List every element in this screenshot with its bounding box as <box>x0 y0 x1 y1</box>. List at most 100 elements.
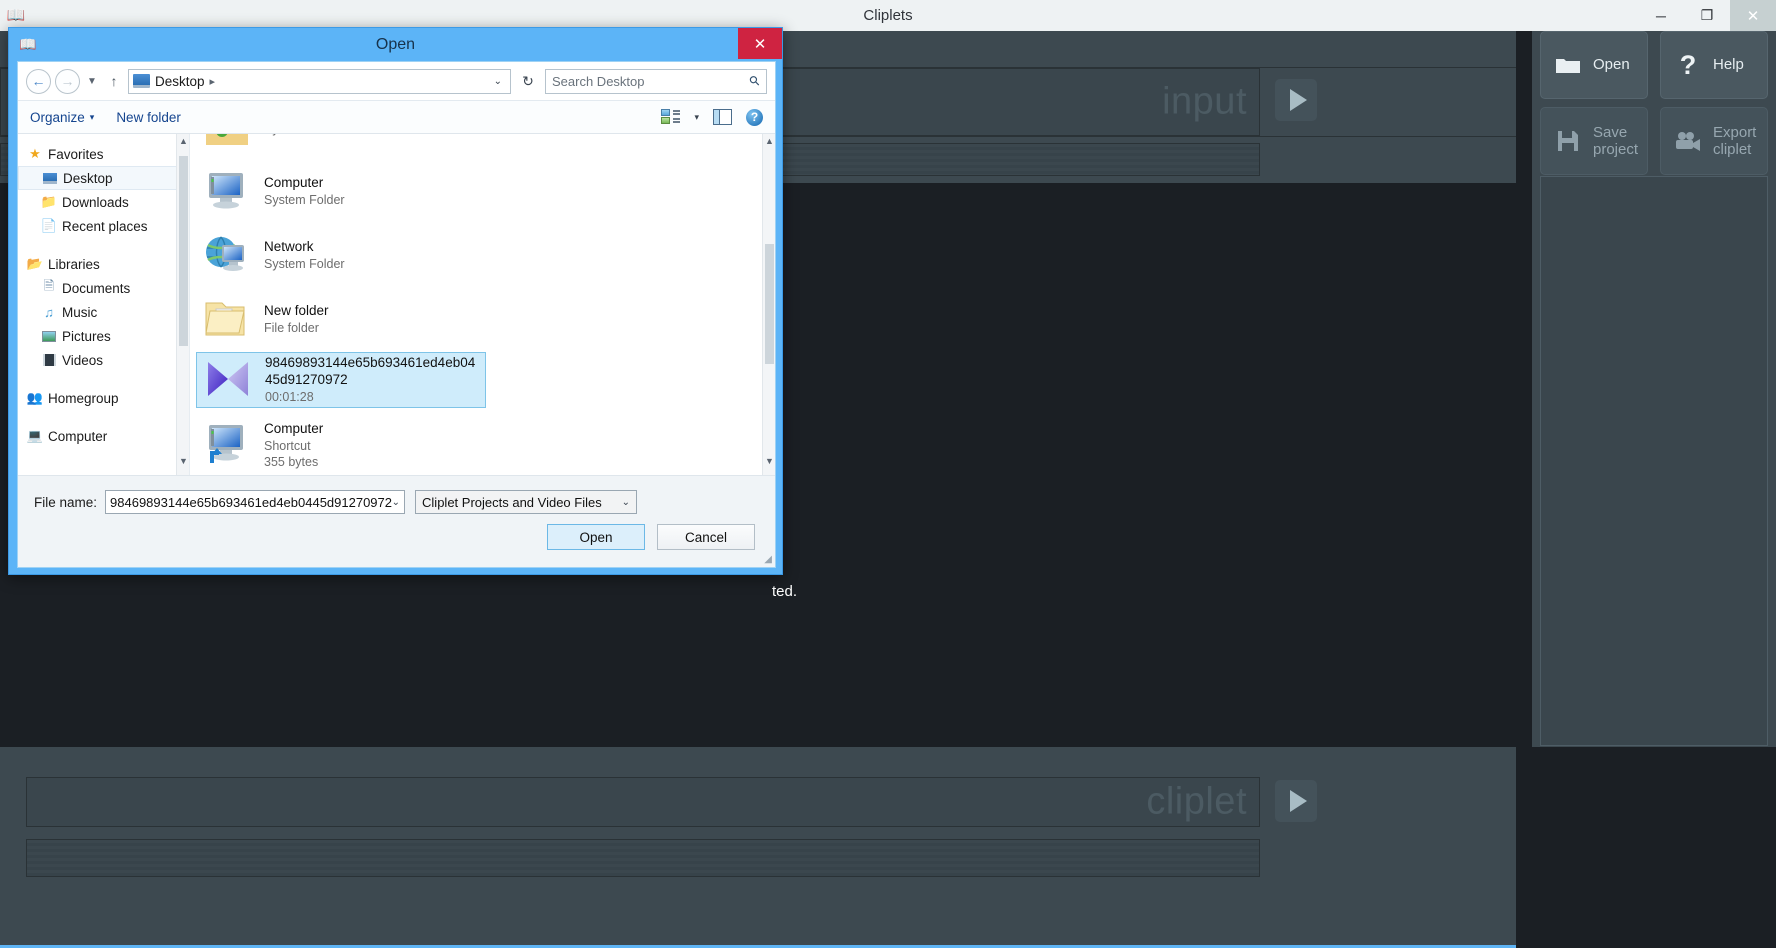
sidebar-item-recent-places[interactable]: 📄 Recent places <box>18 214 189 238</box>
sidebar-item-homegroup[interactable]: 👥 Homegroup <box>18 386 189 410</box>
recent-places-icon: 📄 <box>40 218 58 233</box>
libraries-icon: 📂 <box>26 256 44 271</box>
list-item[interactable]: Network System Folder <box>196 226 486 284</box>
chevron-down-icon[interactable]: ⌄ <box>622 497 630 508</box>
breadcrumb-separator[interactable]: ▸ <box>210 75 216 88</box>
list-item-name: Computer <box>264 174 324 190</box>
file-type-select[interactable]: Cliplet Projects and Video Files ⌄ <box>415 490 638 514</box>
nav-group-libraries[interactable]: 📂 Libraries <box>18 252 189 276</box>
chevron-down-icon[interactable]: ▾ <box>694 112 699 123</box>
users-folder-icon <box>202 134 254 153</box>
sidebar-item-videos[interactable]: Videos <box>18 348 189 372</box>
rail-divider <box>1516 31 1532 948</box>
refresh-button[interactable]: ↻ <box>515 73 541 90</box>
play-icon <box>1289 790 1307 812</box>
open-button[interactable]: Open <box>1540 31 1648 99</box>
sidebar-item-desktop[interactable]: Desktop <box>18 166 189 190</box>
cliplet-timeline[interactable] <box>26 839 1260 877</box>
sidebar-item-computer[interactable]: 💻 Computer <box>18 424 189 448</box>
breadcrumb[interactable]: Desktop ▸ ⌄ <box>128 68 511 94</box>
folder-icon <box>202 295 254 343</box>
rail-lower-area <box>1532 747 1776 948</box>
open-button-label: Open <box>1593 56 1630 74</box>
breadcrumb-location[interactable]: Desktop <box>155 74 205 89</box>
export-cliplet-button[interactable]: Export cliplet <box>1660 107 1768 175</box>
play-icon <box>1289 89 1307 111</box>
videos-icon <box>38 354 60 366</box>
history-dropdown-button[interactable]: ▼ <box>84 76 100 87</box>
restore-button[interactable]: ❐ <box>1684 0 1730 31</box>
computer-icon: 💻 <box>26 428 44 443</box>
desktop-icon <box>39 172 61 184</box>
open-button[interactable]: Open <box>547 524 645 550</box>
organize-label: Organize <box>30 109 85 125</box>
navigation-pane-scrollbar[interactable]: ▲ ▼ <box>176 134 189 475</box>
help-button-label: Help <box>1713 56 1744 74</box>
search-input[interactable]: Search Desktop ⚲ <box>545 68 767 94</box>
list-item-name: Network <box>264 238 314 254</box>
homegroup-icon: 👥 <box>26 390 44 405</box>
list-item[interactable]: 98469893144e65b693461ed4eb0445d91270972 … <box>196 352 486 408</box>
list-item-meta: File folder <box>264 320 319 335</box>
scroll-down-arrow[interactable]: ▼ <box>177 456 189 473</box>
address-bar: ← → ▼ ↑ Desktop ▸ ⌄ ↻ Search Desktop ⚲ <box>18 62 775 100</box>
command-bar: Organize ▾ New folder ▾ ? <box>18 100 775 134</box>
scroll-down-arrow[interactable]: ▼ <box>763 456 775 473</box>
close-button[interactable]: ✕ <box>1730 0 1776 31</box>
scrollbar-thumb[interactable] <box>765 244 774 364</box>
documents-icon: 🗎 <box>43 278 55 293</box>
floppy-disk-icon <box>1551 129 1585 153</box>
input-play-button[interactable] <box>1275 79 1317 121</box>
resize-grip-icon[interactable]: ◢ <box>764 554 772 565</box>
command-bar-right: ▾ ? <box>661 108 763 126</box>
forward-button[interactable]: → <box>55 68 80 94</box>
scroll-up-arrow[interactable]: ▲ <box>177 136 189 153</box>
list-item[interactable]: New folder File folder <box>196 290 486 348</box>
minimize-button[interactable]: ─ <box>1638 0 1684 31</box>
nav-group-label: Libraries <box>48 256 100 272</box>
list-item-name: Computer <box>264 420 324 436</box>
organize-menu[interactable]: Organize ▾ <box>30 110 94 125</box>
list-item-meta: 00:01:28 <box>265 389 314 404</box>
preview-pane-icon[interactable] <box>713 109 732 125</box>
sidebar-item-label: Downloads <box>62 194 129 210</box>
obscured-status-text: ted. <box>772 583 798 600</box>
open-dialog: 📖 Open ✕ ← → ▼ ↑ Desktop ▸ ⌄ ↻ Search De… <box>8 27 783 575</box>
video-camera-icon <box>1671 131 1705 151</box>
list-item[interactable]: Computer System Folder <box>196 162 486 220</box>
list-item-meta: Shortcut <box>264 438 311 453</box>
back-button[interactable]: ← <box>26 68 51 94</box>
downloads-icon: 📁 <box>40 194 58 209</box>
screen: 📖 Cliplets ─ ❐ ✕ input ted. ۱-فیلم مورد … <box>0 0 1776 948</box>
file-type-value: Cliplet Projects and Video Files <box>422 494 602 510</box>
scrollbar-thumb[interactable] <box>179 156 188 346</box>
help-icon[interactable]: ? <box>746 108 763 126</box>
cancel-button[interactable]: Cancel <box>657 524 755 550</box>
new-folder-button[interactable]: New folder <box>116 110 181 125</box>
sidebar-item-downloads[interactable]: 📁 Downloads <box>18 190 189 214</box>
file-name-label: File name: <box>34 494 98 510</box>
help-button[interactable]: ? Help <box>1660 31 1768 99</box>
list-item[interactable]: Computer Shortcut 355 bytes <box>196 416 486 474</box>
sidebar-item-label: Music <box>62 304 98 320</box>
file-list-scrollbar[interactable]: ▲ ▼ <box>762 134 775 475</box>
sidebar-item-label: Computer <box>48 428 108 444</box>
sidebar-item-label: Documents <box>62 280 131 296</box>
sidebar-item-music[interactable]: ♫ Music <box>18 300 189 324</box>
list-item[interactable]: System Folder <box>196 134 486 158</box>
scroll-up-arrow[interactable]: ▲ <box>763 136 775 153</box>
file-name-input[interactable]: 98469893144e65b693461ed4eb0445d91270972 … <box>105 490 406 514</box>
tool-rail: Open ? Help Save project Export cliplet <box>1516 31 1776 948</box>
cliplet-play-button[interactable] <box>1275 780 1317 822</box>
view-options-icon[interactable] <box>661 109 681 125</box>
sidebar-item-documents[interactable]: 🗎 Documents <box>18 276 189 300</box>
chevron-down-icon[interactable]: ⌄ <box>392 497 400 508</box>
star-icon: ★ <box>29 146 41 161</box>
cliplet-slot[interactable]: cliplet <box>26 777 1260 827</box>
up-button[interactable]: ↑ <box>104 73 124 89</box>
sidebar-item-pictures[interactable]: Pictures <box>18 324 189 348</box>
dialog-close-button[interactable]: ✕ <box>738 28 782 59</box>
chevron-down-icon[interactable]: ⌄ <box>494 76 506 87</box>
nav-group-favorites[interactable]: ★ Favorites <box>18 142 189 166</box>
save-project-button[interactable]: Save project <box>1540 107 1648 175</box>
